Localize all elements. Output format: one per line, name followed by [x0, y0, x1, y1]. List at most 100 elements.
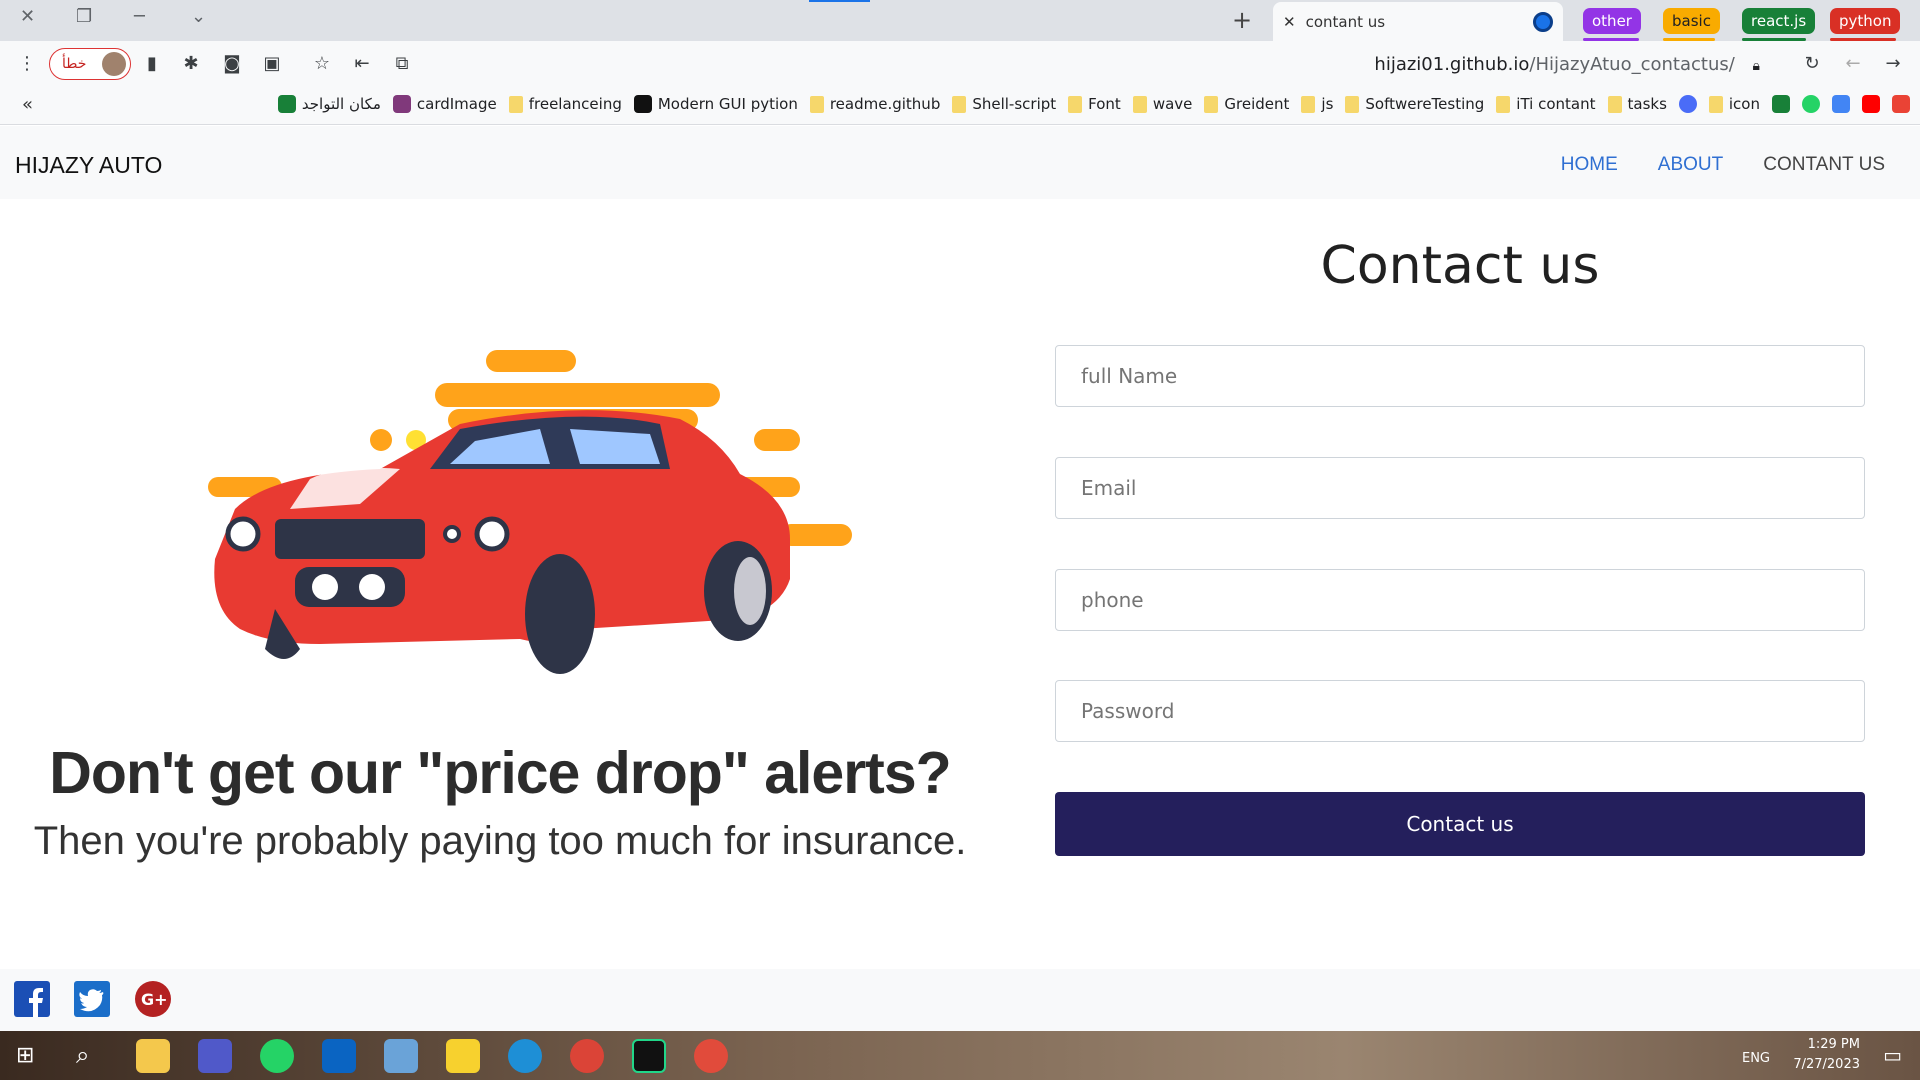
sticky-notes-icon[interactable] [446, 1039, 480, 1073]
screenshot-icon[interactable]: ◙ [221, 53, 243, 75]
bookmark-freelanceing[interactable]: freelanceing [508, 95, 622, 113]
close-window-icon[interactable]: ✕ [20, 6, 35, 27]
side-panel-icon[interactable]: ▮ [141, 53, 163, 75]
folder-icon [1345, 95, 1360, 113]
sheets-icon[interactable] [1772, 95, 1790, 113]
tab-title: contant us [1305, 12, 1386, 31]
url-path: /HijazyAtuo_contactus/ [1529, 54, 1735, 75]
tab-group-react[interactable]: react.js [1742, 8, 1816, 34]
lock-icon[interactable]: 🔒︎ [1753, 58, 1760, 74]
bookmarks-overflow-button[interactable]: « [22, 94, 33, 115]
podcast-icon[interactable] [1678, 95, 1697, 113]
password-field[interactable] [1055, 680, 1865, 742]
hero-subtitle: Then you're probably paying too much for… [33, 819, 967, 863]
gmail-icon[interactable] [1892, 95, 1910, 113]
contact-submit-button[interactable]: Contact us [1055, 792, 1865, 856]
nav-link-about[interactable]: ABOUT [1658, 154, 1723, 176]
whatsapp-icon[interactable] [260, 1039, 294, 1073]
app-icon[interactable] [694, 1039, 728, 1073]
nav-link-home[interactable]: HOME [1561, 154, 1618, 176]
menu-kebab-icon[interactable]: ⋮ [16, 53, 38, 75]
bookmarks-bar: « icon tasks iTi contant SoftwereTesting… [0, 88, 1920, 125]
tab-favicon-icon [1533, 11, 1553, 32]
folder-icon [809, 95, 824, 113]
onenote-icon [392, 95, 411, 113]
contact-form: Contact us Contact us [1055, 199, 1865, 856]
language-indicator[interactable]: ENG [1742, 1049, 1770, 1069]
back-arrow-icon[interactable]: ← [1842, 53, 1864, 75]
facebook-icon[interactable] [14, 981, 50, 1017]
clock-date[interactable]: 7/27/2023 [1793, 1055, 1860, 1075]
site-brand[interactable]: HIJAZY AUTO [15, 152, 162, 179]
folder-icon [1708, 95, 1723, 113]
address-bar[interactable]: hijazi01.github.io/HijazyAtuo_contactus/… [1374, 54, 1760, 75]
whatsapp-icon[interactable] [1802, 95, 1820, 113]
nav-link-contact[interactable]: CONTANT US [1763, 154, 1885, 176]
new-tab-button[interactable]: + [1232, 6, 1252, 34]
bookmark-font[interactable]: Font [1068, 95, 1121, 113]
edge-icon[interactable] [508, 1039, 542, 1073]
site-footer: G+ [0, 969, 1920, 1031]
folder-icon [1496, 95, 1511, 113]
picture-in-picture-icon[interactable]: ▣ [261, 53, 283, 75]
restore-window-icon[interactable]: ❐ [76, 6, 92, 27]
svg-text:G+: G+ [141, 990, 168, 1009]
bookmark-modern-gui[interactable]: Modern GUI pytion [633, 95, 798, 113]
avatar [102, 52, 126, 76]
share-icon[interactable]: ⇤ [351, 53, 373, 75]
google-plus-icon[interactable]: G+ [135, 981, 171, 1017]
outlook-icon[interactable] [322, 1039, 356, 1073]
bookmark-location[interactable]: مكان التواجد [277, 95, 381, 113]
clock-time[interactable]: 1:29 PM [1793, 1035, 1860, 1055]
photos-icon[interactable] [384, 1039, 418, 1073]
teams-icon[interactable] [198, 1039, 232, 1073]
tab-group-python[interactable]: python [1830, 8, 1901, 34]
forward-arrow-icon[interactable]: → [1882, 53, 1904, 75]
bookmark-cardimage[interactable]: cardImage [392, 95, 497, 113]
full-name-field[interactable] [1055, 345, 1865, 407]
minimize-window-icon[interactable]: ─ [134, 6, 145, 27]
bookmark-js[interactable]: js [1301, 95, 1333, 113]
translate-icon[interactable]: ⧉ [391, 53, 413, 75]
close-tab-icon[interactable]: ✕ [1283, 13, 1296, 31]
search-icon[interactable]: ⌕ [76, 1041, 89, 1069]
bookmark-star-icon[interactable]: ☆ [311, 53, 333, 75]
bookmark-softwere-testing[interactable]: SoftwereTesting [1345, 95, 1484, 113]
tab-group-other[interactable]: other [1583, 8, 1641, 34]
url-host: hijazi01.github.io [1374, 54, 1530, 75]
bookmark-shell-script[interactable]: Shell-script [952, 95, 1056, 113]
twitter-icon[interactable] [74, 981, 110, 1017]
phone-field[interactable] [1055, 569, 1865, 631]
bookmark-icon-folder[interactable]: icon [1708, 95, 1760, 113]
hero-section: Don't get our "price drop" alerts? Then … [0, 199, 1000, 969]
bookmark-iti-contant[interactable]: iTi contant [1496, 95, 1596, 113]
reload-icon[interactable]: ↻ [1801, 53, 1823, 75]
tab-group-basic[interactable]: basic [1663, 8, 1720, 34]
site-navbar: HIJAZY AUTO HOME ABOUT CONTANT US [0, 126, 1920, 199]
bookmark-tasks[interactable]: tasks [1607, 95, 1667, 113]
file-explorer-icon[interactable] [136, 1039, 170, 1073]
bookmark-greident[interactable]: Greident [1204, 95, 1289, 113]
chrome-icon[interactable] [570, 1039, 604, 1073]
extensions-icon[interactable]: ✱ [180, 53, 202, 75]
profile-error-label: خطأ [62, 56, 87, 72]
tab-contant-us[interactable]: ✕ contant us [1273, 2, 1563, 41]
bookmark-readme-github[interactable]: readme.github [809, 95, 940, 113]
loading-indicator [809, 0, 870, 2]
sheets-icon [277, 95, 296, 113]
folder-icon [508, 95, 523, 113]
folder-icon [1607, 95, 1622, 113]
folder-icon [1132, 95, 1147, 113]
tab-list-chevron-icon[interactable]: ⌄ [191, 6, 206, 27]
youtube-icon[interactable] [1862, 95, 1880, 113]
profile-button[interactable]: خطأ [49, 48, 131, 80]
medium-icon [633, 95, 652, 113]
google-translate-icon[interactable] [1832, 95, 1850, 113]
email-field[interactable] [1055, 457, 1865, 519]
bookmark-wave[interactable]: wave [1132, 95, 1192, 113]
windows-start-icon[interactable]: ⊞ [16, 1043, 34, 1068]
system-tray: ENG 1:29 PM 7/27/2023 [1742, 1035, 1860, 1075]
folder-icon [1204, 95, 1219, 113]
pycharm-icon[interactable] [632, 1039, 666, 1073]
notification-icon[interactable]: ▭ [1883, 1043, 1902, 1067]
